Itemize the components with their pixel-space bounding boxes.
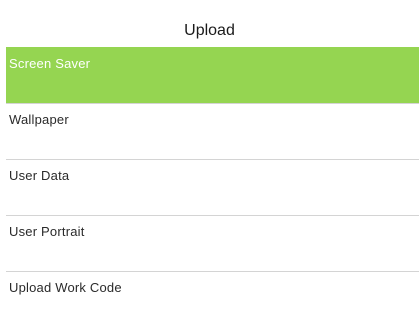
upload-screen: Upload Screen Saver Wallpaper User Data … xyxy=(0,0,419,318)
menu-item-upload-work-code[interactable]: Upload Work Code xyxy=(6,271,419,327)
page-title: Upload xyxy=(184,22,235,39)
menu-item-label: Upload Work Code xyxy=(9,280,122,295)
menu-item-user-data[interactable]: User Data xyxy=(6,159,419,215)
menu-item-screen-saver[interactable]: Screen Saver xyxy=(6,47,419,103)
menu-item-label: User Portrait xyxy=(9,224,85,239)
menu-item-label: Wallpaper xyxy=(9,112,69,127)
menu-item-label: Screen Saver xyxy=(9,56,91,71)
menu-item-user-portrait[interactable]: User Portrait xyxy=(6,215,419,271)
menu-item-label: User Data xyxy=(9,168,70,183)
upload-menu-list: Screen Saver Wallpaper User Data User Po… xyxy=(6,47,419,327)
menu-item-wallpaper[interactable]: Wallpaper xyxy=(6,103,419,159)
